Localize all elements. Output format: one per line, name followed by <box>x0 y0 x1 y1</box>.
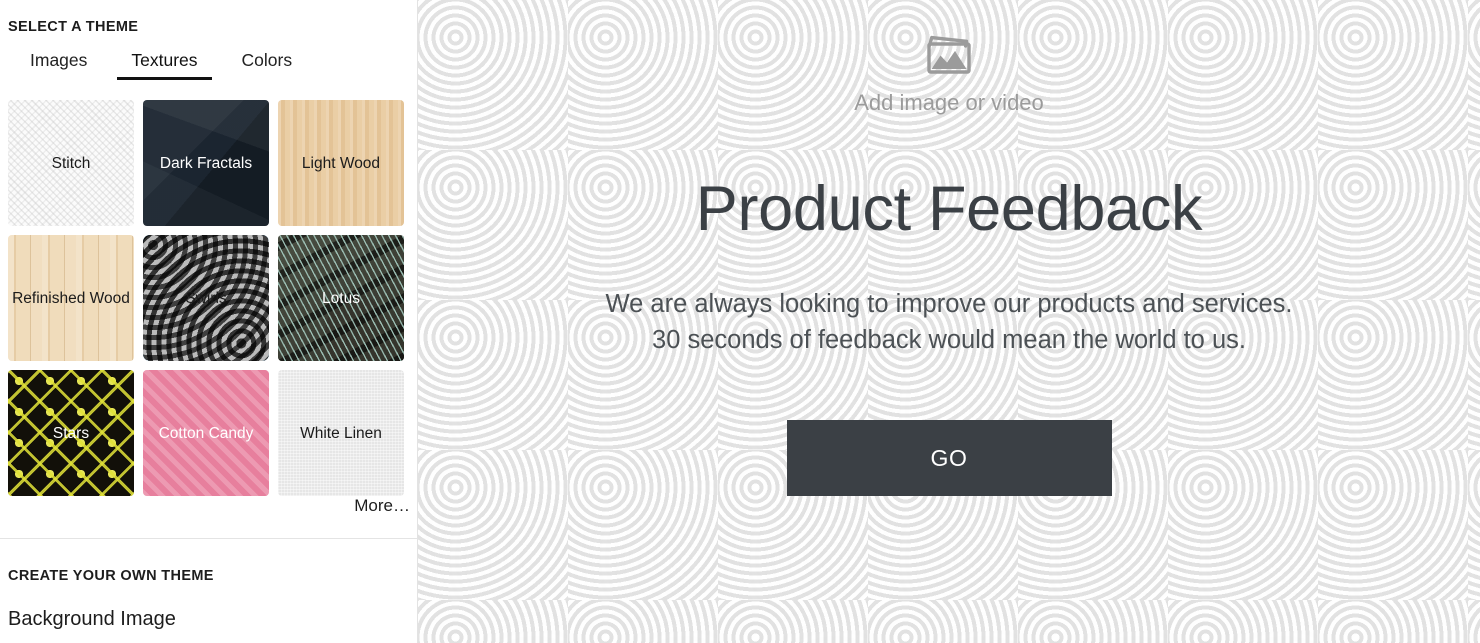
theme-thumbnail-grid: Stitch Dark Fractals Light Wood Refinish… <box>8 100 410 496</box>
theme-thumbnail-stitch[interactable]: Stitch <box>8 100 134 226</box>
theme-thumbnail-light-wood[interactable]: Light Wood <box>278 100 404 226</box>
panel-title: SELECT A THEME <box>8 19 139 35</box>
image-icon <box>927 35 971 74</box>
theme-thumbnail-refinished-wood[interactable]: Refinished Wood <box>8 235 134 361</box>
preview-content: Add image or video Product Feedback We a… <box>418 0 1480 643</box>
tab-images[interactable]: Images <box>8 49 109 80</box>
theme-thumbnail-swirls[interactable]: Swirls <box>143 235 269 361</box>
more-themes-link[interactable]: More… <box>354 496 410 516</box>
theme-thumbnail-cotton-candy[interactable]: Cotton Candy <box>143 370 269 496</box>
create-theme-section-title: CREATE YOUR OWN THEME <box>8 568 214 584</box>
add-media-dropzone[interactable]: Add image or video <box>854 30 1044 116</box>
theme-thumbnail-label: Light Wood <box>301 154 381 172</box>
theme-preview: Add image or video Product Feedback We a… <box>418 0 1480 643</box>
theme-thumbnail-stars[interactable]: Stars <box>8 370 134 496</box>
theme-thumbnail-label: Cotton Candy <box>158 424 254 442</box>
survey-description-line-1: We are always looking to improve our pro… <box>605 290 1293 318</box>
theme-thumbnail-label: Dark Fractals <box>159 154 253 172</box>
theme-tabs: Images Textures Colors <box>0 35 417 80</box>
theme-thumbnail-label: White Linen <box>300 424 382 442</box>
theme-thumbnail-label: Refinished Wood <box>12 289 130 307</box>
tab-colors[interactable]: Colors <box>220 49 315 80</box>
sidebar-divider <box>0 538 417 539</box>
theme-thumbnail-lotus[interactable]: Lotus <box>278 235 404 361</box>
more-themes-row: More… <box>8 496 410 516</box>
theme-thumbnail-label: Lotus <box>322 289 360 307</box>
background-image-label: Background Image <box>8 608 176 630</box>
survey-description-line-2: 30 seconds of feedback would mean the wo… <box>652 326 1246 354</box>
theme-thumbnail-label: Stitch <box>51 154 91 172</box>
survey-description: We are always looking to improve our pro… <box>606 286 1293 358</box>
theme-thumbnail-white-linen[interactable]: White Linen <box>278 370 404 496</box>
tab-textures[interactable]: Textures <box>109 49 219 80</box>
theme-editor: SELECT A THEME Images Textures Colors St… <box>0 0 1480 643</box>
theme-thumbnail-label: Stars <box>52 424 90 442</box>
go-button[interactable]: GO <box>786 420 1112 496</box>
add-media-label: Add image or video <box>854 90 1044 115</box>
theme-thumbnail-dark-fractals[interactable]: Dark Fractals <box>143 100 269 226</box>
survey-headline: Product Feedback <box>695 174 1203 244</box>
theme-thumbnail-label: Swirls <box>185 289 227 307</box>
theme-sidebar: SELECT A THEME Images Textures Colors St… <box>0 0 418 643</box>
